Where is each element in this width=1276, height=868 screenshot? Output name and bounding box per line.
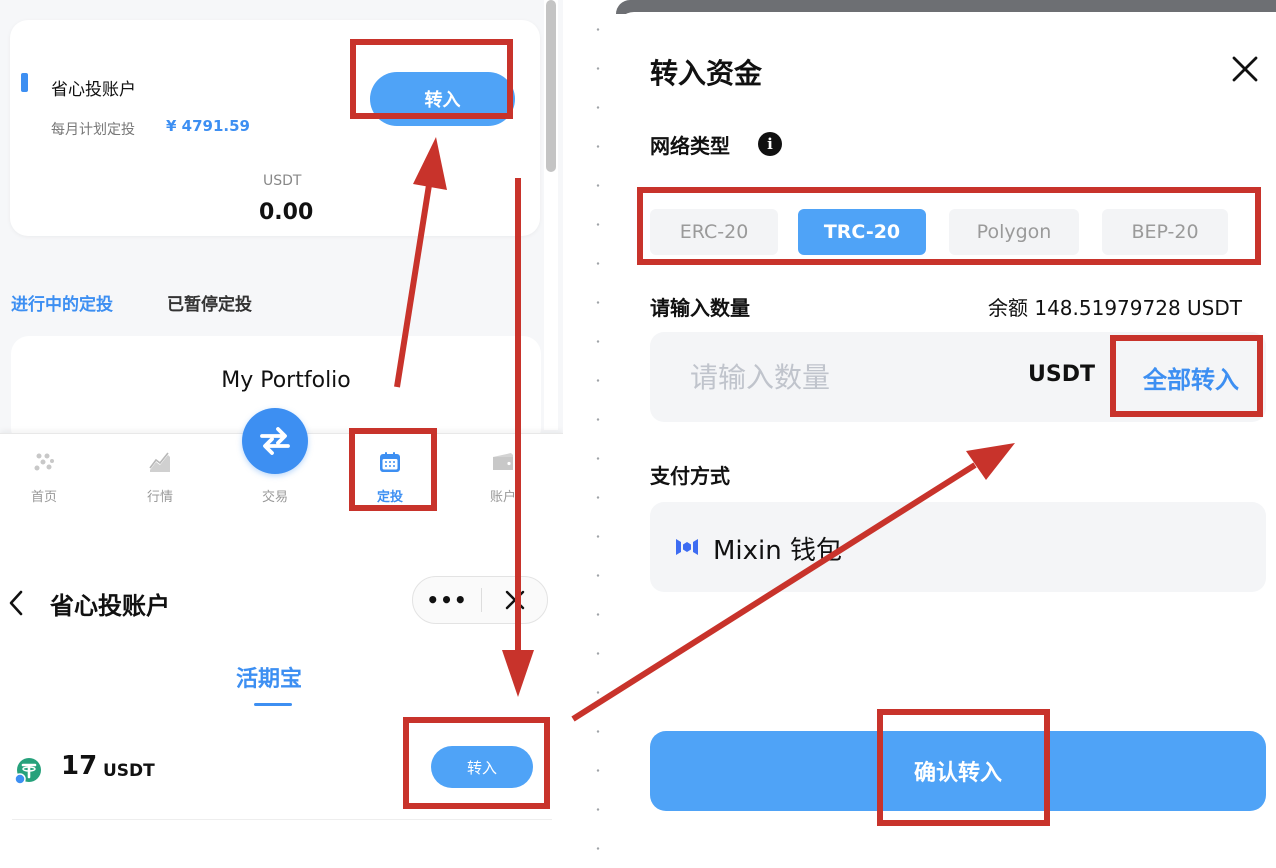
account-name: 省心投账户 bbox=[51, 80, 136, 100]
account-balance: 0.00 bbox=[259, 200, 314, 225]
portfolio-title: My Portfolio bbox=[221, 368, 351, 393]
account-detail-screen: 省心投账户 ••• 活期宝 17 USDT 转入 bbox=[0, 546, 563, 868]
row-divider bbox=[12, 819, 552, 820]
calendar-icon bbox=[380, 452, 400, 472]
back-arrow-icon[interactable] bbox=[6, 588, 26, 618]
tab-paused-plans[interactable]: 已暂停定投 bbox=[167, 290, 252, 315]
scrollbar-thumb[interactable] bbox=[546, 0, 556, 172]
transfer-funds-sheet: 转入资金 网络类型 i ERC-20 TRC-20 Polygon BEP-20… bbox=[616, 12, 1276, 868]
mixin-logo-icon bbox=[676, 539, 698, 555]
home-icon bbox=[34, 453, 54, 471]
nav-label-trade: 交易 bbox=[261, 490, 288, 505]
trade-swap-button[interactable] bbox=[242, 408, 308, 474]
monthly-plan-label: 每月计划定投 bbox=[51, 122, 135, 138]
nav-label-account: 账户 bbox=[489, 490, 516, 505]
confirm-transfer-button[interactable]: 确认转入 bbox=[650, 731, 1266, 811]
amount-label: 请输入数量 bbox=[650, 296, 750, 320]
account-currency: USDT bbox=[263, 173, 302, 189]
page-title: 省心投账户 bbox=[50, 592, 170, 620]
info-icon[interactable]: i bbox=[758, 132, 782, 156]
payment-method-label: 支付方式 bbox=[650, 464, 730, 488]
swap-icon bbox=[260, 427, 290, 455]
network-type-label: 网络类型 bbox=[650, 134, 730, 158]
transfer-all-button[interactable]: 全部转入 bbox=[1143, 360, 1239, 395]
payment-method-option[interactable]: Mixin 钱包 bbox=[650, 502, 1266, 592]
nav-item-home[interactable]: 首页 bbox=[0, 434, 94, 510]
amount-unit: USDT bbox=[1028, 362, 1095, 387]
close-icon[interactable] bbox=[1230, 54, 1260, 84]
network-option-polygon[interactable]: Polygon bbox=[949, 209, 1079, 255]
holding-amount: 17 bbox=[61, 751, 98, 781]
holding-unit: USDT bbox=[103, 761, 155, 781]
amount-input-box: USDT 全部转入 bbox=[650, 332, 1266, 422]
plan-screen: 省心投账户 每月计划定投 ¥ 4791.59 转入 USDT 0.00 进行中的… bbox=[0, 0, 563, 510]
network-option-trc20[interactable]: TRC-20 bbox=[798, 209, 926, 255]
miniapp-capsule: ••• bbox=[412, 576, 548, 624]
wallet-name: Mixin 钱包 bbox=[713, 536, 843, 566]
dotted-separator bbox=[0, 508, 563, 510]
nav-label-plan: 定投 bbox=[376, 490, 403, 505]
nav-label-home: 首页 bbox=[30, 490, 57, 505]
nav-label-market: 行情 bbox=[146, 490, 173, 505]
capsule-close-button[interactable] bbox=[482, 577, 548, 623]
more-options-button[interactable]: ••• bbox=[413, 577, 481, 623]
wallet-icon bbox=[493, 453, 513, 470]
available-balance: 余额 148.51979728 USDT bbox=[988, 296, 1242, 320]
amount-input[interactable] bbox=[690, 354, 1010, 400]
nav-item-plan[interactable]: 定投 bbox=[340, 434, 440, 510]
sheet-title: 转入资金 bbox=[650, 57, 763, 90]
nav-item-account[interactable]: 账户 bbox=[453, 434, 553, 510]
tab-underline bbox=[254, 703, 292, 706]
dotted-separator-vertical bbox=[594, 0, 602, 868]
transfer-in-button[interactable]: 转入 bbox=[370, 72, 515, 126]
monthly-plan-value: ¥ 4791.59 bbox=[166, 117, 250, 135]
tab-flexible-savings[interactable]: 活期宝 bbox=[236, 661, 302, 693]
network-option-bep20[interactable]: BEP-20 bbox=[1102, 209, 1228, 255]
close-icon bbox=[505, 590, 525, 610]
nav-item-market[interactable]: 行情 bbox=[110, 434, 210, 510]
usdt-coin-icon bbox=[14, 758, 41, 785]
account-card: 省心投账户 每月计划定投 ¥ 4791.59 转入 USDT 0.00 bbox=[10, 20, 540, 236]
network-option-erc20[interactable]: ERC-20 bbox=[650, 209, 778, 255]
account-accent-bar bbox=[21, 73, 28, 92]
tab-active-plans[interactable]: 进行中的定投 bbox=[11, 290, 113, 315]
transfer-in-small-button[interactable]: 转入 bbox=[431, 746, 533, 788]
market-chart-icon bbox=[149, 452, 170, 472]
